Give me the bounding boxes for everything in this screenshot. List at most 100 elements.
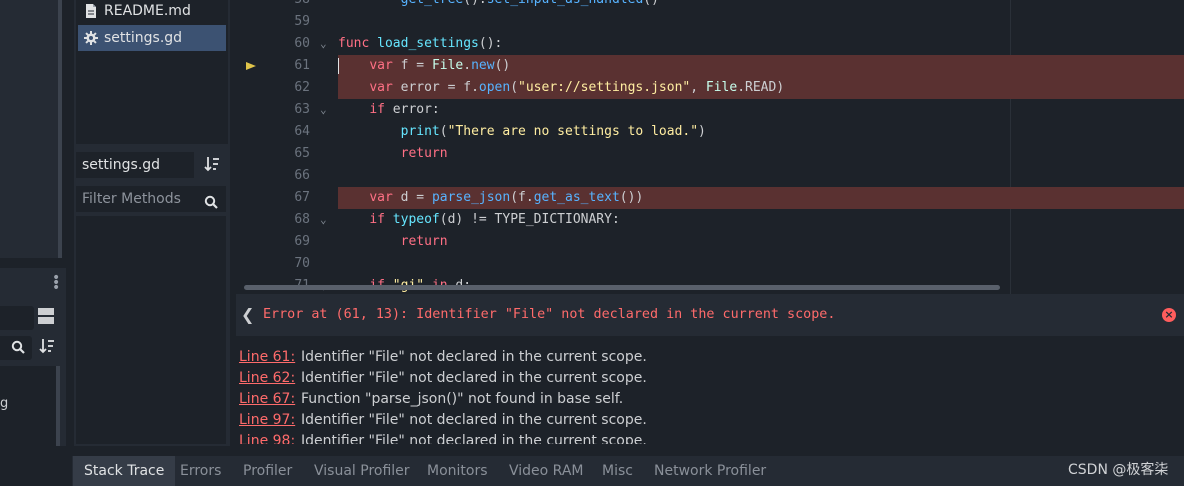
code-token: get_as_text: [533, 190, 620, 205]
line-number: 66: [294, 168, 310, 183]
code-text: print("There are no settings to load."): [338, 121, 706, 143]
line-number: 63: [294, 102, 310, 117]
tab-errors[interactable]: Errors: [180, 456, 221, 486]
fold-chevron-icon[interactable]: ⌄: [320, 209, 327, 231]
execution-arrow-icon: [246, 62, 256, 70]
left-dock-top: [0, 0, 66, 262]
code-token: File: [705, 80, 738, 95]
code-token: error = f.: [392, 80, 479, 95]
methods-list: [76, 216, 226, 444]
error-line-link[interactable]: Line 67:: [239, 391, 295, 407]
code-line[interactable]: 65 return: [236, 143, 1184, 165]
tab-profiler[interactable]: Profiler: [243, 456, 292, 486]
script-item-readme[interactable]: README.md: [78, 0, 226, 24]
tab-visual-profiler[interactable]: Visual Profiler: [314, 456, 410, 486]
sort-methods-icon[interactable]: [204, 156, 220, 176]
code-token: (): [643, 0, 659, 7]
code-line[interactable]: 67 var d = parse_json(f.get_as_text()): [236, 187, 1184, 209]
tab-misc[interactable]: Misc: [602, 456, 633, 486]
error-description: Function "parse_json()" not found in bas…: [301, 391, 624, 407]
code-line[interactable]: 59: [236, 11, 1184, 33]
kebab-menu-icon[interactable]: • • •: [52, 271, 60, 295]
code-token: return: [400, 146, 448, 161]
code-text: var d = parse_json(f.get_as_text()): [338, 187, 643, 209]
line-number: 70: [294, 256, 310, 271]
error-line-link[interactable]: Line 98:: [239, 433, 295, 444]
error-row: Line 67: Function "parse_json()" not fou…: [239, 389, 623, 410]
code-line[interactable]: 69 return: [236, 231, 1184, 253]
left-dock-field[interactable]: [0, 306, 34, 330]
code-token: ():: [478, 36, 503, 51]
error-bar: ❮ Error at (61, 13): Identifier "File" n…: [236, 294, 1184, 336]
left-dock-scrollbar[interactable]: [58, 0, 62, 258]
bottom-panel-tabs: Stack Trace Errors Profiler Visual Profi…: [0, 446, 1184, 486]
chevron-left-icon[interactable]: ❮: [241, 305, 254, 324]
watermark: CSDN @极客柒: [1068, 462, 1169, 478]
layout-toggle-icon[interactable]: [38, 308, 56, 326]
line-number: 68: [294, 212, 310, 227]
error-line-link[interactable]: Line 61:: [239, 349, 295, 365]
code-text: return: [338, 143, 448, 165]
fold-chevron-icon[interactable]: ⌄: [320, 99, 327, 121]
code-line[interactable]: 68 ⌄ if typeof(d) != TYPE_DICTIONARY:: [236, 209, 1184, 231]
tab-video-ram[interactable]: Video RAM: [509, 456, 584, 486]
code-token: (: [439, 124, 448, 139]
line-number: 69: [294, 234, 310, 249]
tab-monitors[interactable]: Monitors: [427, 456, 488, 486]
tab-stack-trace[interactable]: Stack Trace: [73, 456, 176, 486]
code-line[interactable]: 58 get_tree().set_input_as_handled(): [236, 0, 1184, 11]
code-text: var f = File.new(): [338, 55, 510, 77]
line-number: 61: [294, 58, 310, 73]
code-token: f =: [392, 58, 432, 73]
code-token: File: [431, 58, 464, 73]
code-text: var error = f.open("user://settings.json…: [338, 77, 784, 99]
code-token: (f.: [510, 190, 534, 205]
editor-horizontal-scrollbar[interactable]: [244, 285, 1000, 290]
code-token: var: [369, 80, 393, 95]
error-description: Identifier "File" not declared in the cu…: [301, 349, 647, 365]
code-token: set_input_as_handled: [487, 0, 644, 7]
fold-chevron-icon[interactable]: ⌄: [320, 33, 327, 55]
code-editor[interactable]: 58 get_tree().set_input_as_handled()5960…: [236, 0, 1184, 294]
sort-icon[interactable]: [39, 338, 55, 358]
code-line[interactable]: 60 ⌄ func load_settings():: [236, 33, 1184, 55]
filter-methods-input[interactable]: Filter Methods: [76, 186, 226, 212]
error-line-link[interactable]: Line 97:: [239, 412, 295, 428]
code-token: var: [369, 58, 393, 73]
search-icon[interactable]: [11, 340, 25, 358]
code-line[interactable]: 63 ⌄ if error:: [236, 99, 1184, 121]
code-token: print: [400, 124, 440, 139]
error-row: Line 98: Identifier "File" not declared …: [239, 431, 647, 444]
tab-network-profiler[interactable]: Network Profiler: [654, 456, 766, 486]
error-icon[interactable]: ×: [1162, 308, 1176, 322]
error-line-link[interactable]: Line 62:: [239, 370, 295, 386]
error-message[interactable]: Error at (61, 13): Identifier "File" not…: [263, 307, 835, 322]
script-item-settings[interactable]: settings.gd: [78, 25, 226, 51]
line-number: 59: [294, 14, 310, 29]
line-number: 58: [282, 0, 310, 11]
code-token: open: [478, 80, 511, 95]
code-line[interactable]: 66: [236, 165, 1184, 187]
code-token: ,: [690, 80, 706, 95]
code-token: ().: [463, 0, 486, 7]
code-token: ()): [619, 190, 644, 205]
errors-panel: Line 61: Identifier "File" not declared …: [236, 344, 1184, 444]
script-panel: README.md settings.gd settings.gd Filter…: [74, 0, 230, 446]
code-token: func: [338, 36, 378, 51]
left-dock-partial-text: g: [0, 396, 9, 411]
script-item-label: settings.gd: [104, 30, 183, 46]
line-number: 62: [294, 80, 310, 95]
code-line[interactable]: 61 var f = File.new(): [236, 55, 1184, 77]
code-token: var: [369, 190, 393, 205]
code-line[interactable]: 64 print("There are no settings to load.…: [236, 121, 1184, 143]
code-token: new: [471, 58, 495, 73]
code-line[interactable]: 62 var error = f.open("user://settings.j…: [236, 77, 1184, 99]
code-token: if: [369, 212, 385, 227]
code-line[interactable]: 70: [236, 253, 1184, 275]
